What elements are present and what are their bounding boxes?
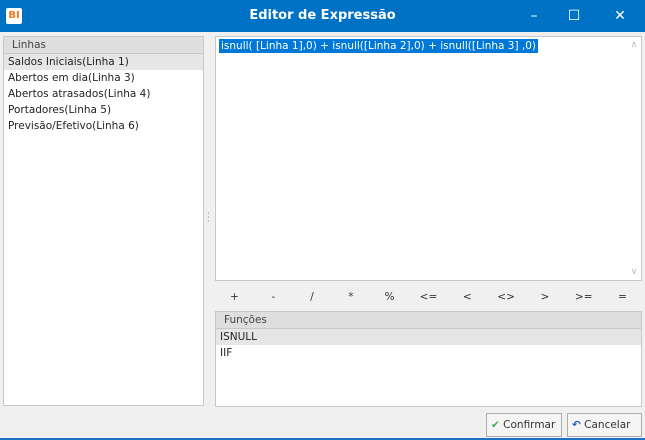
expression-editor[interactable]: isnull( [Linha 1],0) + isnull([Linha 2],… [215, 36, 642, 281]
funcoes-header: Funções [216, 312, 641, 329]
vertical-scrollbar[interactable]: ∧ ∨ [627, 37, 641, 280]
linha-item[interactable]: Abertos em dia(Linha 3) [4, 70, 203, 86]
operator-multiply[interactable]: * [336, 288, 366, 306]
operator-gt[interactable]: > [530, 288, 560, 306]
linha-item[interactable]: Portadores(Linha 5) [4, 102, 203, 118]
operator-lt[interactable]: < [452, 288, 482, 306]
linha-item[interactable]: Saldos Iniciais(Linha 1) [4, 54, 203, 70]
linhas-header: Linhas [4, 37, 203, 54]
minimize-button[interactable]: – [514, 4, 554, 28]
undo-icon: ↶ [572, 419, 581, 431]
funcao-item[interactable]: ISNULL [216, 329, 641, 345]
cancel-button[interactable]: ↶ Cancelar [567, 413, 642, 437]
operator-eq[interactable]: = [608, 288, 638, 306]
close-button[interactable]: ✕ [600, 4, 640, 28]
operator-minus[interactable]: - [258, 288, 288, 306]
linhas-panel: Linhas Saldos Iniciais(Linha 1) Abertos … [3, 36, 204, 406]
confirm-button[interactable]: ✔ Confirmar [486, 413, 562, 437]
operator-neq[interactable]: <> [491, 288, 521, 306]
funcoes-panel: Funções ISNULL IIF [215, 311, 642, 407]
splitter-handle[interactable]: · · · [207, 210, 210, 226]
operator-lte[interactable]: <= [413, 288, 443, 306]
linha-item[interactable]: Abertos atrasados(Linha 4) [4, 86, 203, 102]
maximize-button[interactable]: ☐ [554, 4, 594, 28]
linha-item[interactable]: Previsão/Efetivo(Linha 6) [4, 118, 203, 134]
operator-divide[interactable]: / [297, 288, 327, 306]
title-bar: BI Editor de Expressão – ☐ ✕ [0, 0, 645, 32]
confirm-label: Confirmar [503, 419, 556, 431]
operator-modulo[interactable]: % [375, 288, 405, 306]
funcao-item[interactable]: IIF [216, 345, 641, 361]
check-icon: ✔ [491, 419, 500, 431]
cancel-label: Cancelar [584, 419, 631, 431]
operator-bar: + - / * % <= < <> > >= = [215, 288, 642, 306]
operator-plus[interactable]: + [219, 288, 249, 306]
operator-gte[interactable]: >= [569, 288, 599, 306]
expression-text[interactable]: isnull( [Linha 1],0) + isnull([Linha 2],… [219, 39, 539, 53]
